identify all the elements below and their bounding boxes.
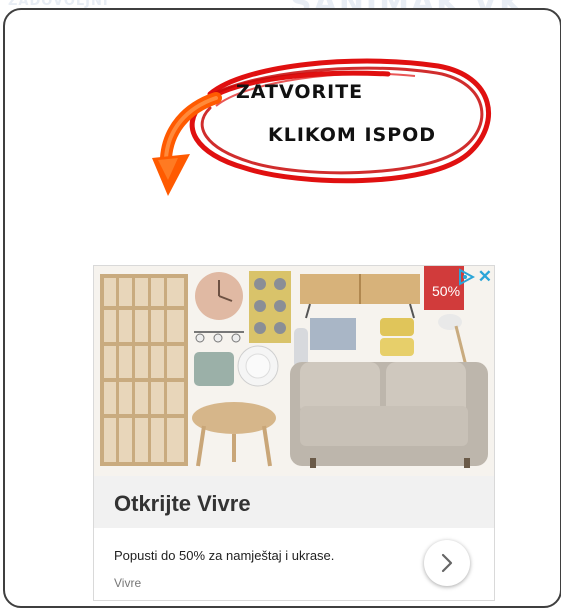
clock-graphic xyxy=(195,272,243,320)
ad-description: Popusti do 50% za namještaj i ukrase. xyxy=(114,548,335,563)
bookshelf-graphic xyxy=(100,274,188,466)
coffee-table-graphic xyxy=(192,402,276,467)
ad-product-image[interactable]: 50% ✕ xyxy=(94,266,494,476)
throw-blanket-graphic xyxy=(310,318,356,350)
advertisement[interactable]: 50% ✕ Otkrijte Vivre Popusti do 50% za n… xyxy=(93,265,495,601)
ad-badges: ✕ xyxy=(457,268,492,286)
ad-popup-modal: ZATVORITE KLIKOM ISPOD 50% ✕ Otkrijte Vi… xyxy=(3,8,561,608)
lamp-graphic xyxy=(438,314,468,367)
annotation-line-1: ZATVORITE xyxy=(236,81,364,103)
close-hint-annotation: ZATVORITE KLIKOM ISPOD xyxy=(150,46,510,206)
annotation-line-2: KLIKOM ISPOD xyxy=(268,124,437,146)
plates-graphic xyxy=(237,345,279,387)
close-icon[interactable]: ✕ xyxy=(478,268,492,285)
ad-title-bar[interactable]: Otkrijte Vivre xyxy=(94,476,494,528)
pattern-rug-graphic xyxy=(249,271,291,343)
cushion-graphic xyxy=(194,352,234,386)
sideboard-graphic xyxy=(300,274,420,319)
sofa-graphic xyxy=(290,362,488,468)
ad-advertiser: Vivre xyxy=(114,576,142,590)
ad-open-button[interactable] xyxy=(424,540,470,586)
chevron-right-icon xyxy=(441,553,453,573)
hooks-graphic xyxy=(194,331,244,343)
adchoices-icon[interactable] xyxy=(457,268,475,286)
storage-boxes-graphic xyxy=(380,318,414,356)
ad-title[interactable]: Otkrijte Vivre xyxy=(114,491,251,517)
